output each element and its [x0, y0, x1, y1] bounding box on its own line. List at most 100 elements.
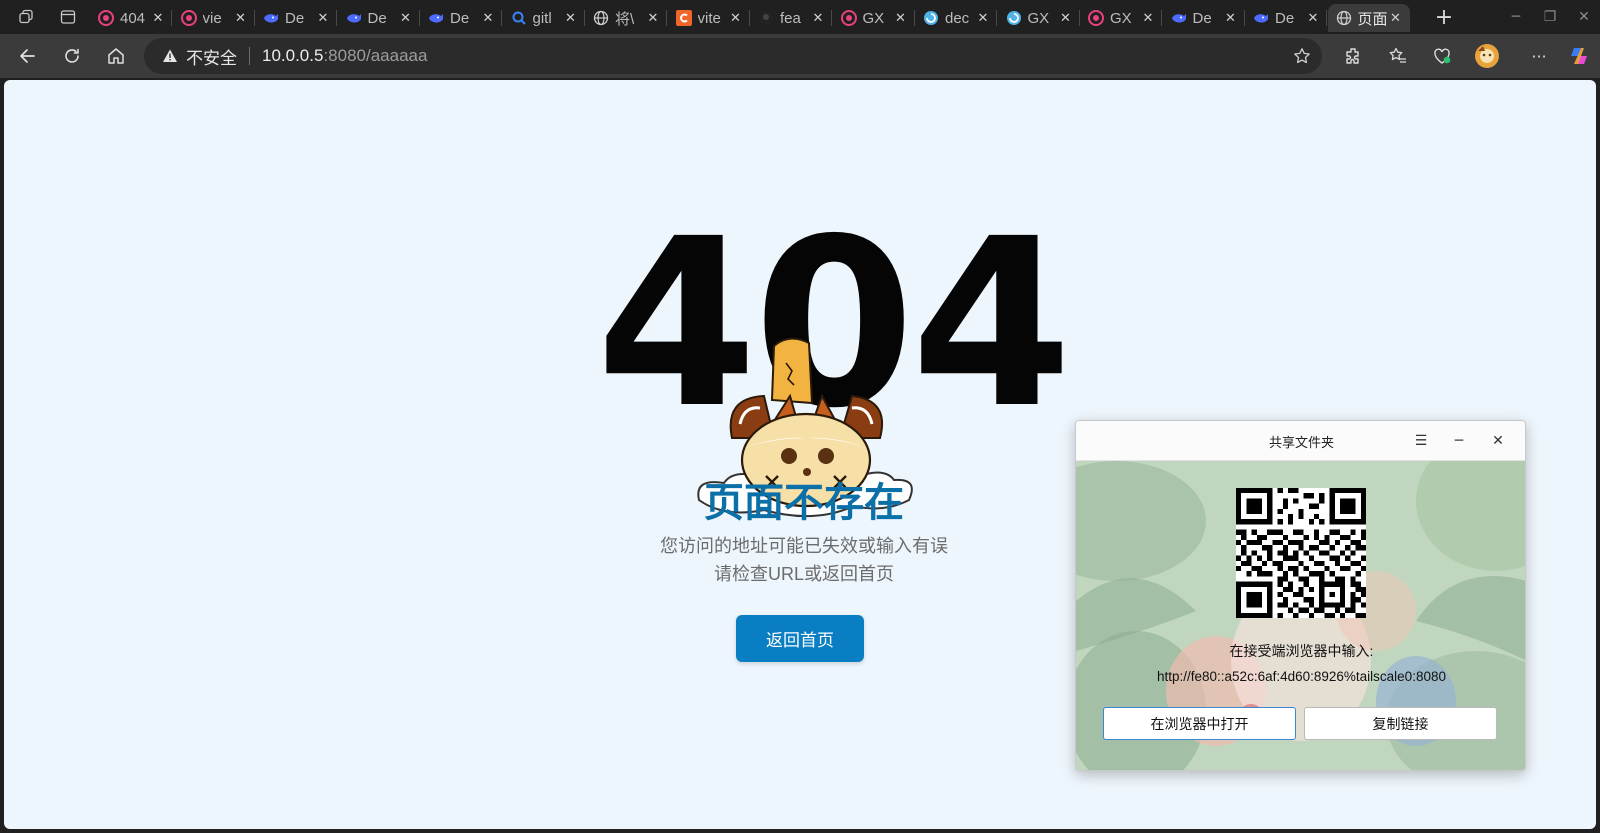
browser-tab[interactable]: gitl ✕ — [503, 4, 585, 32]
browser-tab[interactable]: De ✕ — [1163, 4, 1245, 32]
dialog-body: 在接受端浏览器中输入: http://fe80::a52c:6af:4d60:8… — [1076, 461, 1525, 770]
address-bar[interactable]: 不安全 10.0.0.5:8080/aaaaaa — [144, 38, 1322, 74]
security-status-label[interactable]: 不安全 — [186, 44, 237, 69]
minimize-icon[interactable]: ─ — [1449, 431, 1469, 451]
tab-title: GX — [862, 9, 885, 27]
more-menu-icon[interactable]: ··· — [1524, 41, 1554, 71]
new-tab-button[interactable]: + — [1428, 5, 1460, 30]
refresh-icon — [65, 48, 79, 63]
close-tab-icon[interactable]: ✕ — [233, 10, 249, 26]
close-icon[interactable]: ✕ — [1488, 431, 1508, 451]
url-path: :8080/aaaaaa — [323, 46, 428, 65]
browser-tab[interactable]: 将\ ✕ — [585, 4, 667, 32]
tab-title: 404 — [120, 9, 146, 27]
copy-link-button[interactable]: 复制链接 — [1304, 707, 1497, 740]
tab-title: vie — [202, 9, 222, 27]
close-tab-icon[interactable]: ✕ — [1388, 10, 1404, 26]
browser-essentials-icon[interactable] — [1427, 41, 1457, 71]
close-tab-icon[interactable]: ✕ — [728, 10, 744, 26]
favorites-icon[interactable] — [1383, 41, 1413, 71]
tab-title: GX — [1027, 9, 1050, 27]
tab-separator — [1326, 10, 1327, 26]
address-divider — [249, 47, 250, 65]
browser-tab[interactable]: vie ✕ — [173, 4, 255, 32]
close-tab-icon[interactable]: ✕ — [645, 10, 661, 26]
close-tab-icon[interactable]: ✕ — [1223, 10, 1239, 26]
browser-tab[interactable]: fea ✕ — [750, 4, 832, 32]
close-tab-icon[interactable]: ✕ — [810, 10, 826, 26]
back-button[interactable] — [13, 41, 43, 71]
profile-avatar[interactable] — [1472, 41, 1502, 71]
browser-tab[interactable]: De ✕ — [420, 4, 502, 32]
dialog-titlebar[interactable]: 共享文件夹 ☰ ─ ✕ — [1076, 421, 1525, 461]
extensions-icon[interactable] — [1338, 41, 1368, 71]
tab-title: De — [1192, 9, 1212, 27]
browser-tab[interactable]: De ✕ — [1245, 4, 1327, 32]
whale-logo-icon — [428, 10, 444, 26]
browser-tab[interactable]: GX ✕ — [998, 4, 1080, 32]
tab-strip: 404 ✕ vie ✕ De ✕ De ✕ De ✕ gitl ✕ 将\ ✕ vite ✕ fea ✕ GX ✕ dec… — [0, 0, 1600, 34]
browser-tab[interactable]: De ✕ — [255, 4, 337, 32]
share-folder-dialog: 共享文件夹 ☰ ─ ✕ 在接受端浏览器中输入: http://fe80::a52… — [1075, 420, 1526, 771]
browser-tab[interactable]: 404 ✕ — [90, 4, 172, 32]
close-tab-icon[interactable]: ✕ — [1058, 10, 1074, 26]
home-icon — [108, 48, 124, 64]
browser-tab[interactable]: GX ✕ — [1080, 4, 1162, 32]
workspaces-icon[interactable] — [12, 5, 40, 29]
close-tab-icon[interactable]: ✕ — [150, 10, 166, 26]
copilot-icon[interactable] — [1564, 41, 1594, 71]
close-tab-icon[interactable]: ✕ — [1140, 10, 1156, 26]
browser-tab[interactable]: vite ✕ — [668, 4, 750, 32]
circle-logo-icon — [98, 10, 114, 26]
close-tab-icon[interactable]: ✕ — [315, 10, 331, 26]
spiral-logo-icon — [1006, 10, 1022, 26]
close-tab-icon[interactable]: ✕ — [1305, 10, 1321, 26]
globe-icon — [1336, 10, 1352, 26]
description-line: 请检查URL或返回首页 — [713, 564, 894, 584]
back-to-home-button[interactable]: 返回首页 — [736, 615, 864, 662]
refresh-button[interactable] — [57, 41, 87, 71]
browser-tab[interactable]: De ✕ — [338, 4, 420, 32]
close-tab-icon[interactable]: ✕ — [398, 10, 414, 26]
restore-window-button[interactable]: ❐ — [1534, 6, 1566, 28]
browser-tab[interactable]: 页面 ✕ — [1327, 4, 1410, 32]
minimize-window-button[interactable]: ─ — [1500, 6, 1532, 28]
tab-title: De — [285, 9, 305, 27]
search-icon — [511, 10, 527, 26]
error-description: 您访问的地址可能已失效或输入有误 请检查URL或返回首页 — [564, 532, 1044, 588]
error-illustration: 404 — [596, 208, 1072, 518]
spiral-logo-icon — [923, 10, 939, 26]
qr-code-image — [1236, 488, 1366, 618]
whale-logo-icon — [263, 10, 279, 26]
url-text[interactable]: 10.0.0.5:8080/aaaaaa — [262, 46, 427, 66]
tab-title: 将\ — [615, 10, 635, 28]
browser-tab[interactable]: dec ✕ — [915, 4, 997, 32]
tab-title: gitl — [532, 9, 552, 27]
tab-title: fea — [780, 9, 801, 27]
tab-title: De — [367, 9, 387, 27]
close-window-button[interactable]: ✕ — [1568, 6, 1600, 28]
share-instruction-label: 在接受端浏览器中输入: — [1229, 643, 1374, 659]
favorite-star-icon[interactable] — [1292, 46, 1312, 66]
back-arrow-icon — [20, 49, 35, 63]
browser-tab[interactable]: GX ✕ — [833, 4, 915, 32]
tab-title: 页面 — [1357, 10, 1388, 28]
home-button[interactable] — [101, 41, 131, 71]
whale-logo-icon — [346, 10, 362, 26]
vertical-tabs-icon[interactable] — [54, 5, 82, 29]
tab-title: GX — [1110, 9, 1132, 27]
browser-toolbar: 不安全 10.0.0.5:8080/aaaaaa ··· — [0, 34, 1600, 78]
open-in-browser-button[interactable]: 在浏览器中打开 — [1103, 707, 1296, 740]
close-tab-icon[interactable]: ✕ — [975, 10, 991, 26]
globe-icon — [593, 10, 609, 26]
tab-title: De — [1275, 9, 1295, 27]
close-tab-icon[interactable]: ✕ — [893, 10, 909, 26]
close-tab-icon[interactable]: ✕ — [480, 10, 496, 26]
tab-title: vite — [697, 9, 721, 27]
whale-logo-icon — [1253, 10, 1269, 26]
warning-triangle-icon[interactable] — [162, 48, 178, 64]
tab-title: dec — [945, 9, 970, 27]
description-line: 您访问的地址可能已失效或输入有误 — [660, 536, 948, 556]
close-tab-icon[interactable]: ✕ — [563, 10, 579, 26]
menu-icon[interactable]: ☰ — [1411, 431, 1431, 451]
